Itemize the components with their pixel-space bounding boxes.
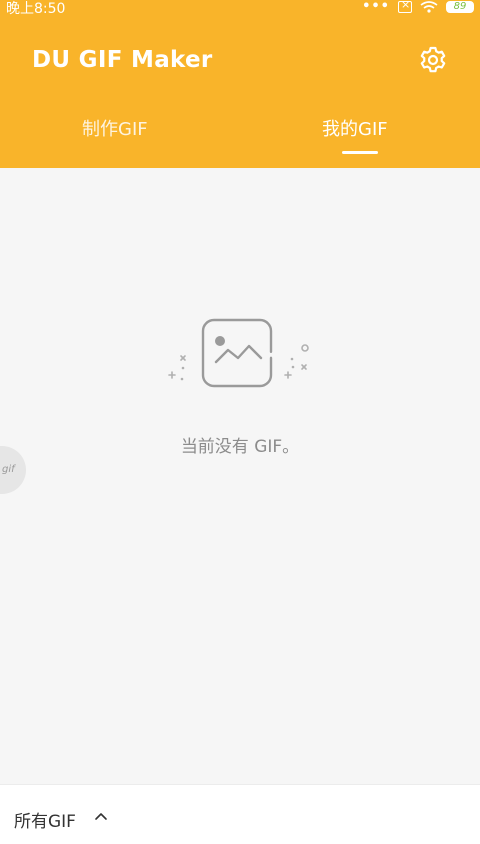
tab-my-gif[interactable]: 我的GIF [322, 115, 388, 141]
tab-make-gif[interactable]: 制作GIF [82, 115, 148, 141]
active-tab-indicator [342, 151, 378, 154]
gif-list-area [0, 168, 480, 784]
image-placeholder-icon [168, 318, 309, 388]
status-bar: 晚上8:50 ••• 89 [0, 0, 480, 17]
filter-label[interactable]: 所有GIF [14, 807, 76, 832]
battery-icon: 89 [446, 0, 474, 13]
sim-icon [398, 0, 412, 13]
chevron-up-icon[interactable] [94, 809, 108, 823]
notification-dots: ••• [362, 0, 390, 14]
gear-icon[interactable] [418, 45, 448, 75]
status-icons: ••• 89 [362, 0, 474, 14]
empty-state-message: 当前没有 GIF。 [180, 437, 300, 457]
wifi-icon [420, 0, 438, 13]
app-title: DU GIF Maker [32, 47, 213, 73]
app-header: 晚上8:50 ••• 89 DU GIF Maker 制作GIF 我的GIF [0, 0, 480, 168]
status-time: 晚上8:50 [6, 1, 66, 17]
bottom-filter-bar[interactable]: 所有GIF [0, 784, 480, 844]
